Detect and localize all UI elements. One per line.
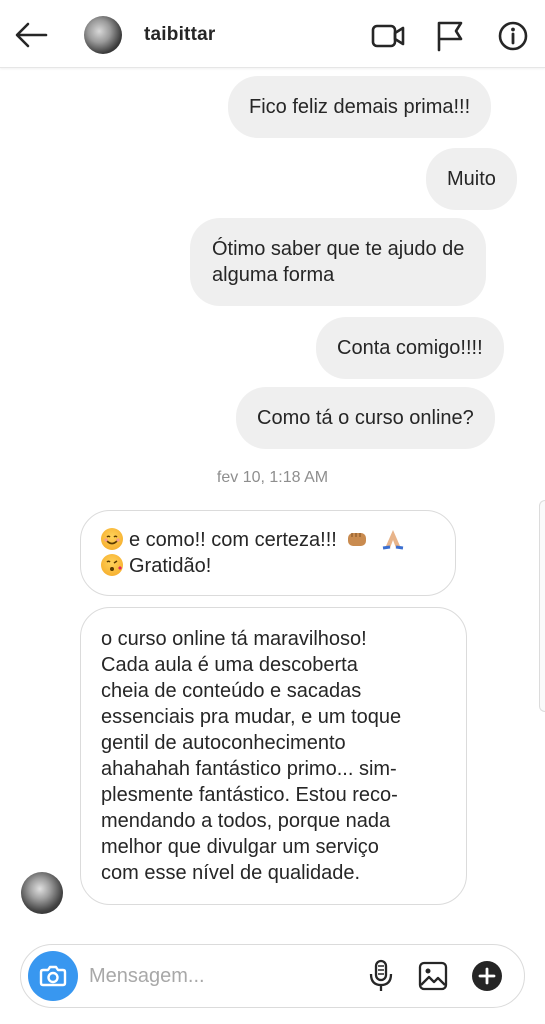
message-timestamp: fev 10, 1:18 AM bbox=[216, 469, 329, 486]
message-line: cheia de conteúdo e sacadas bbox=[101, 680, 362, 702]
message-text: Conta comigo!!!! bbox=[337, 337, 483, 359]
sent-message[interactable]: Conta comigo!!!! bbox=[316, 317, 504, 379]
voice-message-button[interactable] bbox=[367, 959, 395, 993]
message-composer bbox=[20, 944, 525, 1008]
message-input[interactable] bbox=[89, 957, 349, 995]
message-line: gentil de autoconhecimento bbox=[101, 732, 346, 754]
report-button[interactable] bbox=[432, 18, 468, 54]
message-line: o curso online tá maravilhoso! bbox=[101, 628, 367, 650]
message-text: Ótimo saber que te ajudo de bbox=[212, 238, 465, 260]
thread-header: taibittar bbox=[0, 0, 545, 68]
info-button[interactable] bbox=[495, 18, 531, 54]
sender-avatar[interactable] bbox=[21, 872, 63, 914]
sent-message[interactable]: Como tá o curso online? bbox=[236, 387, 495, 449]
message-line: melhor que divulgar um serviço bbox=[101, 836, 379, 858]
gallery-icon bbox=[418, 961, 448, 991]
message-line: plesmente fantástico. Estou reco- bbox=[101, 784, 398, 806]
face-blowing-kiss-emoji-icon bbox=[101, 554, 123, 576]
message-text: Como tá o curso online? bbox=[257, 407, 474, 429]
message-line: mendando a todos, porque nada bbox=[101, 810, 391, 832]
sent-message[interactable]: Ótimo saber que te ajudo de alguma forma bbox=[190, 218, 487, 306]
received-message[interactable]: o curso online tá maravilhoso! Cada aula… bbox=[80, 607, 467, 905]
message-text: e como!! com certeza!!! bbox=[129, 529, 337, 551]
message-text: Fico feliz demais prima!!! bbox=[249, 96, 471, 118]
folded-hands-emoji-icon bbox=[382, 530, 404, 550]
message-line: ahahahah fantástico primo... sim- bbox=[101, 758, 397, 780]
back-arrow-icon bbox=[15, 22, 48, 48]
received-message[interactable]: e como!! com certeza!!! Gratidão! bbox=[80, 510, 456, 596]
plus-circle-icon bbox=[472, 961, 502, 991]
message-line: essenciais pra mudar, e um toque bbox=[101, 706, 402, 728]
message-line: Gratidão! bbox=[101, 553, 435, 579]
fist-bump-emoji-icon bbox=[348, 533, 367, 546]
camera-button[interactable] bbox=[28, 951, 78, 1001]
camera-icon bbox=[39, 965, 67, 987]
video-call-icon bbox=[371, 24, 405, 48]
message-text: Muito bbox=[447, 168, 496, 190]
contact-avatar[interactable] bbox=[84, 16, 122, 54]
sent-message[interactable]: Muito bbox=[426, 148, 517, 210]
video-call-button[interactable] bbox=[370, 18, 406, 54]
sent-message[interactable]: Fico feliz demais prima!!! bbox=[228, 76, 492, 138]
back-button[interactable] bbox=[12, 17, 52, 53]
side-scroll-edge[interactable] bbox=[539, 500, 545, 712]
message-line: com esse nível de qualidade. bbox=[101, 862, 361, 884]
message-text: Gratidão! bbox=[129, 555, 212, 577]
microphone-icon bbox=[369, 959, 393, 991]
dm-thread: taibittar Fico feliz demais prima!!! Mui… bbox=[0, 0, 545, 1024]
gallery-button[interactable] bbox=[417, 959, 449, 993]
message-text: alguma forma bbox=[212, 264, 335, 286]
info-icon bbox=[498, 21, 528, 51]
message-line: Cada aula é uma descoberta bbox=[101, 654, 358, 676]
smiling-face-emoji-icon bbox=[101, 528, 123, 550]
flag-icon bbox=[437, 21, 463, 52]
more-options-button[interactable] bbox=[471, 960, 503, 992]
message-line: e como!! com certeza!!! bbox=[101, 527, 435, 553]
contact-username[interactable]: taibittar bbox=[144, 24, 215, 46]
